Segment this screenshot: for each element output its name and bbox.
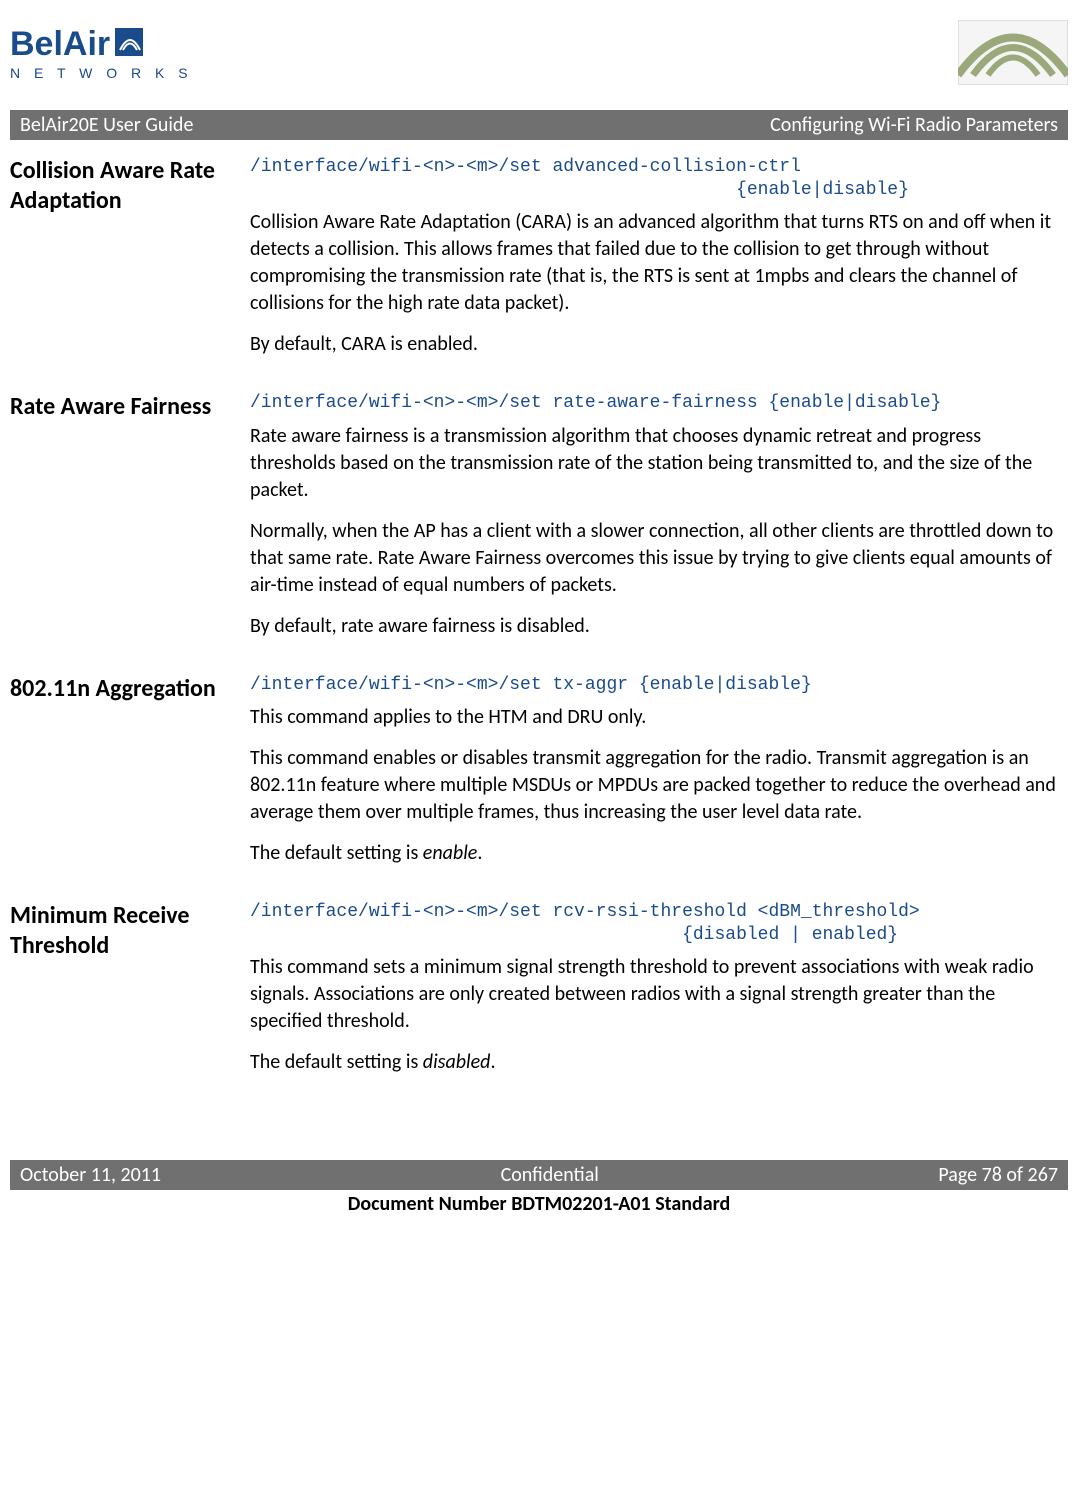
guide-title: BelAir20E User Guide bbox=[20, 113, 193, 137]
footer-confidential: Confidential bbox=[501, 1163, 599, 1187]
para-raf-1: Rate aware fairness is a transmission al… bbox=[250, 423, 1068, 504]
title-bar: BelAir20E User Guide Configuring Wi-Fi R… bbox=[10, 110, 1068, 140]
para-aggr-3: The default setting is enable. bbox=[250, 840, 1068, 867]
para-cara-2: By default, CARA is enabled. bbox=[250, 331, 1068, 358]
content-cara: /interface/wifi-<n>-<m>/set advanced-col… bbox=[250, 156, 1068, 372]
section-mrt: Minimum Receive Threshold /interface/wif… bbox=[10, 901, 1068, 1090]
section-raf: Rate Aware Fairness /interface/wifi-<n>-… bbox=[10, 392, 1068, 654]
content-mrt: /interface/wifi-<n>-<m>/set rcv-rssi-thr… bbox=[250, 901, 1068, 1090]
content-raf: /interface/wifi-<n>-<m>/set rate-aware-f… bbox=[250, 392, 1068, 654]
footer-date: October 11, 2011 bbox=[20, 1163, 161, 1187]
heading-mrt: Minimum Receive Threshold bbox=[10, 901, 250, 1090]
para-raf-3: By default, rate aware fairness is disab… bbox=[250, 613, 1068, 640]
code-cara: /interface/wifi-<n>-<m>/set advanced-col… bbox=[250, 156, 1068, 201]
para-raf-2: Normally, when the AP has a client with … bbox=[250, 518, 1068, 599]
svg-text:N E T W O R K S: N E T W O R K S bbox=[10, 65, 190, 81]
footer-page: Page 78 of 267 bbox=[938, 1163, 1058, 1187]
code-raf: /interface/wifi-<n>-<m>/set rate-aware-f… bbox=[250, 392, 1068, 415]
chapter-title: Configuring Wi-Fi Radio Parameters bbox=[770, 113, 1058, 137]
section-cara: Collision Aware Rate Adaptation /interfa… bbox=[10, 156, 1068, 372]
heading-cara: Collision Aware Rate Adaptation bbox=[10, 156, 250, 372]
wifi-wave-icon bbox=[888, 20, 1068, 90]
footer-bar: October 11, 2011 Confidential Page 78 of… bbox=[10, 1160, 1068, 1190]
footer-docnum: Document Number BDTM02201-A01 Standard bbox=[10, 1192, 1068, 1216]
para-aggr-2: This command enables or disables transmi… bbox=[250, 745, 1068, 826]
content-aggr: /interface/wifi-<n>-<m>/set tx-aggr {ena… bbox=[250, 674, 1068, 882]
header-logo-row: BelAir N E T W O R K S bbox=[10, 10, 1068, 110]
code-aggr: /interface/wifi-<n>-<m>/set tx-aggr {ena… bbox=[250, 674, 1068, 697]
para-mrt-1: This command sets a minimum signal stren… bbox=[250, 954, 1068, 1035]
section-aggr: 802.11n Aggregation /interface/wifi-<n>-… bbox=[10, 674, 1068, 882]
para-cara-1: Collision Aware Rate Adaptation (CARA) i… bbox=[250, 209, 1068, 317]
svg-text:BelAir: BelAir bbox=[10, 25, 110, 63]
heading-aggr: 802.11n Aggregation bbox=[10, 674, 250, 882]
code-mrt: /interface/wifi-<n>-<m>/set rcv-rssi-thr… bbox=[250, 901, 1068, 946]
heading-raf: Rate Aware Fairness bbox=[10, 392, 250, 654]
para-mrt-2: The default setting is disabled. bbox=[250, 1049, 1068, 1076]
para-aggr-1: This command applies to the HTM and DRU … bbox=[250, 704, 1068, 731]
belair-logo: BelAir N E T W O R K S bbox=[10, 20, 190, 90]
